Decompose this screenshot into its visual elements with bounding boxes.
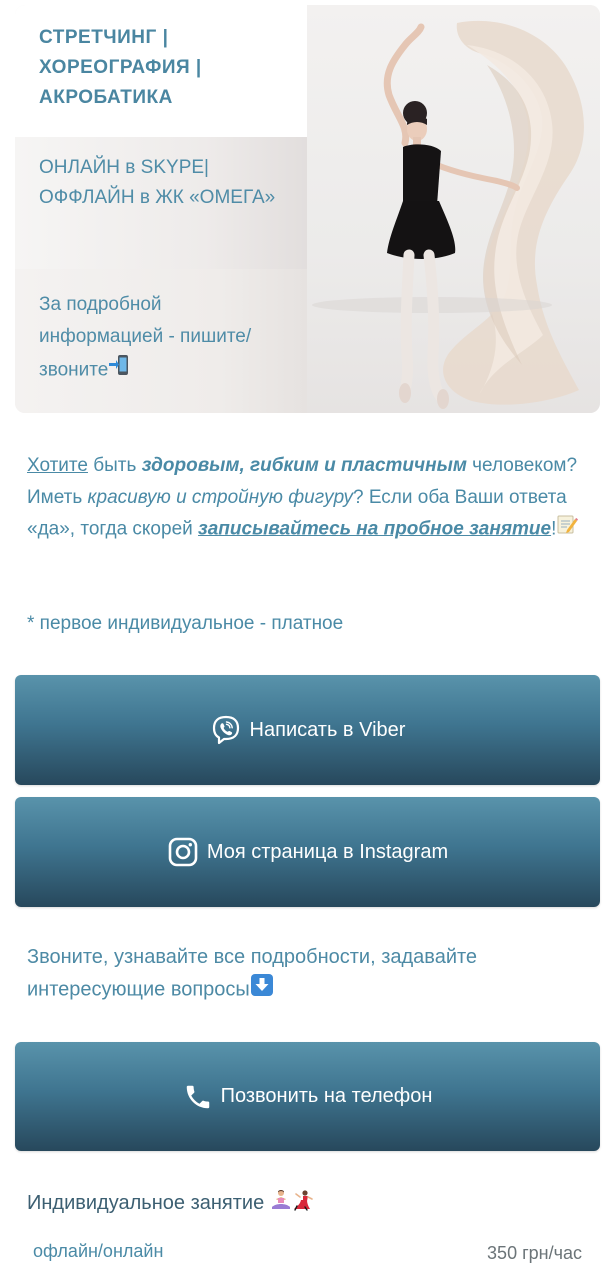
call-prompt: Звоните, узнавайте все подробности, зада… bbox=[27, 942, 587, 1007]
viber-icon bbox=[210, 714, 242, 746]
price-item-value: 350 грн/час bbox=[487, 1243, 582, 1263]
hero-subtitle-block: ОНЛАЙН в SKYPE| ОФФЛАЙН в ЖК «ОМЕГА» bbox=[15, 137, 307, 269]
price-item-title-row: Индивидуальное занятие bbox=[27, 1189, 314, 1217]
price-item-format: офлайн/онлайн bbox=[33, 1241, 164, 1261]
trial-lesson-link[interactable]: записывайтесь на пробное занятие bbox=[198, 518, 551, 539]
hero-subtitle: ОНЛАЙН в SKYPE| ОФФЛАЙН в ЖК «ОМЕГА» bbox=[39, 157, 276, 208]
want-link[interactable]: Хотите bbox=[27, 455, 88, 476]
description-part2: быть bbox=[87, 455, 142, 476]
hero-info-paragraph: За подробной информацией - пишите/ звони… bbox=[39, 269, 283, 388]
hero-info-text: За подробной информацией - пишите/ звони… bbox=[39, 294, 252, 381]
viber-button-label: Написать в Viber bbox=[249, 718, 406, 741]
hero-info-block: За подробной информацией - пишите/ звони… bbox=[15, 269, 307, 413]
description-highlight-figure: красивую и стройную фигуру bbox=[87, 486, 353, 508]
call-phone-button[interactable]: Позвонить на телефон bbox=[15, 1042, 600, 1151]
instagram-icon bbox=[167, 836, 199, 868]
mobile-phone-arrow-icon bbox=[108, 353, 132, 388]
price-item-title: Индивидуальное занятие bbox=[27, 1191, 265, 1214]
hero-title: СТРЕТЧИНГ | ХОРЕОГРАФИЯ | АКРОБАТИКА bbox=[39, 27, 202, 108]
dancer-with-silk-fabric-illustration bbox=[312, 20, 584, 409]
description-paragraph: Хотите быть здоровым, гибким и пластичны… bbox=[27, 450, 587, 546]
dancer-icon bbox=[292, 1189, 314, 1217]
instagram-button-label: Моя страница в Instagram bbox=[206, 840, 449, 863]
instagram-button[interactable]: Моя страница в Instagram bbox=[15, 797, 600, 907]
hero-text-column: СТРЕТЧИНГ | ХОРЕОГРАФИЯ | АКРОБАТИКА ОНЛ… bbox=[15, 5, 307, 413]
price-item: Индивидуальное занятие офлайн/онлайн 350… bbox=[15, 1163, 600, 1276]
hero-title-block: СТРЕТЧИНГ | ХОРЕОГРАФИЯ | АКРОБАТИКА bbox=[15, 5, 307, 137]
stretching-person-icon bbox=[270, 1189, 292, 1217]
phone-icon bbox=[183, 1082, 213, 1112]
dancer-photo bbox=[307, 5, 600, 413]
viber-button[interactable]: Написать в Viber bbox=[15, 675, 600, 785]
hero-banner: СТРЕТЧИНГ | ХОРЕОГРАФИЯ | АКРОБАТИКА ОНЛ… bbox=[15, 5, 600, 413]
description-text: Хотите быть здоровым, гибким и пластичны… bbox=[27, 450, 587, 546]
first-lesson-note: * первое индивидуальное - платное bbox=[27, 613, 344, 634]
memo-pencil-icon bbox=[556, 513, 579, 546]
down-arrow-icon bbox=[250, 973, 274, 1007]
call-phone-button-label: Позвонить на телефон bbox=[220, 1085, 433, 1107]
description-highlight-healthy: здоровым, гибким и пластичным bbox=[141, 455, 467, 476]
